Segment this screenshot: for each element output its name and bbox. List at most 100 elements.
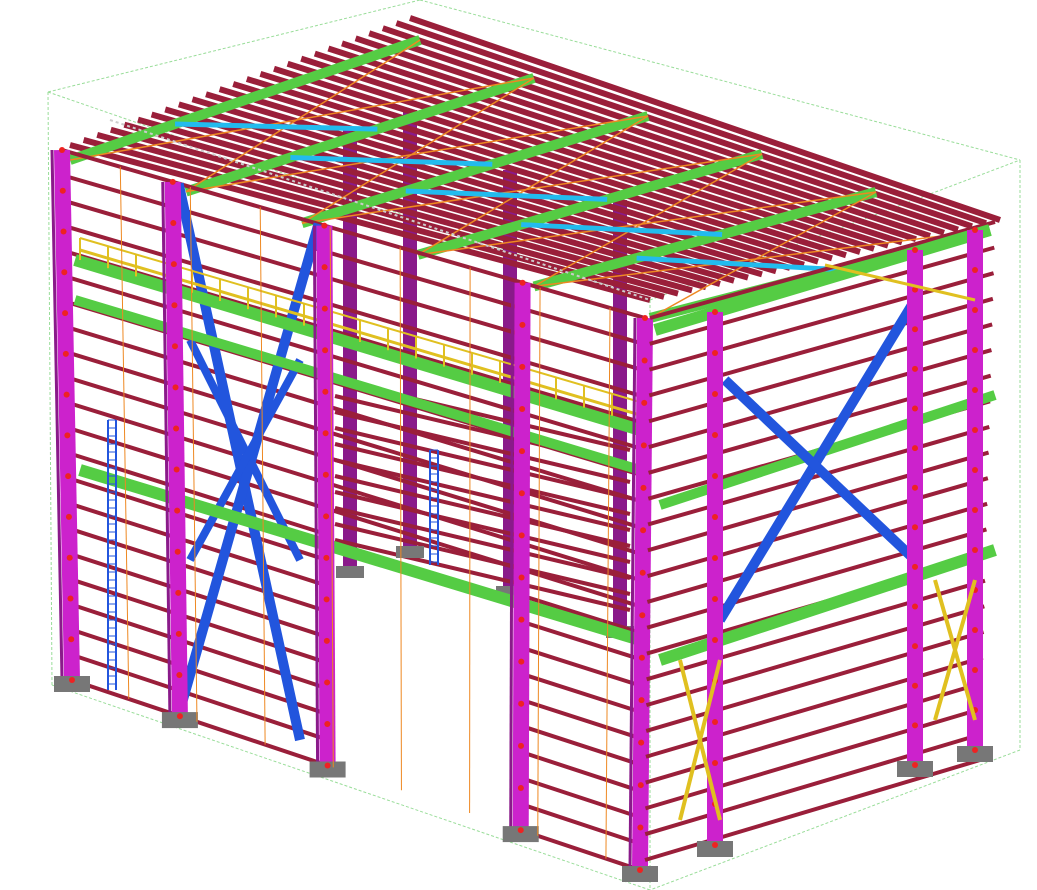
bolt-connection bbox=[640, 484, 647, 491]
front-sag-rod bbox=[399, 247, 402, 791]
bolt-connection bbox=[972, 347, 978, 353]
bolt-connection bbox=[170, 220, 177, 227]
bolt-connection bbox=[518, 532, 525, 539]
side-girt bbox=[647, 425, 990, 527]
bolt-connection bbox=[712, 432, 718, 438]
bolt-connection bbox=[172, 384, 179, 391]
bolt-connection bbox=[59, 187, 66, 194]
bolt-connection bbox=[638, 739, 645, 746]
bolt-connection bbox=[637, 782, 644, 789]
bolt-connection bbox=[174, 507, 181, 514]
bolt-connection bbox=[322, 347, 329, 354]
bolt-connection bbox=[321, 264, 328, 271]
bolt-connection bbox=[518, 742, 525, 749]
bolt-connection bbox=[638, 697, 645, 704]
bolt-connection bbox=[642, 315, 648, 321]
side-walkway-railing bbox=[824, 263, 976, 302]
bolt-connection bbox=[712, 596, 718, 602]
bolt-connection bbox=[519, 363, 526, 370]
bolt-connection bbox=[323, 596, 330, 603]
bolt-connection bbox=[972, 667, 978, 673]
bolt-connection bbox=[517, 784, 524, 791]
bolt-connection bbox=[323, 554, 330, 561]
bolt-connection bbox=[712, 637, 718, 643]
bolt-connection bbox=[518, 658, 525, 665]
side-girt bbox=[645, 655, 984, 759]
bolt-connection bbox=[322, 430, 329, 437]
base-plate bbox=[396, 546, 424, 558]
bolt-connection bbox=[972, 387, 978, 393]
bolt-connection bbox=[912, 365, 918, 372]
bolt-connection bbox=[322, 471, 329, 478]
bolt-connection bbox=[712, 760, 718, 766]
bolt-connection bbox=[66, 554, 73, 561]
side-girt bbox=[648, 348, 992, 449]
bolt-connection bbox=[171, 302, 178, 309]
bolt-connection bbox=[173, 425, 180, 432]
bolt-connection bbox=[68, 636, 75, 643]
front-sag-rod bbox=[469, 267, 471, 814]
bolt-connection bbox=[517, 827, 524, 834]
bolt-connection bbox=[972, 467, 978, 473]
bolt-connection bbox=[67, 595, 74, 602]
bolt-connection bbox=[912, 247, 918, 253]
bolt-connection bbox=[637, 867, 643, 873]
bounding-box-edge bbox=[51, 684, 651, 890]
bolt-connection bbox=[323, 637, 330, 644]
bolt-connection bbox=[712, 514, 718, 520]
bolt-connection bbox=[972, 627, 978, 633]
bolt-connection bbox=[61, 269, 68, 276]
bolt-connection bbox=[324, 720, 331, 727]
bolt-connection bbox=[175, 589, 182, 596]
bolt-connection bbox=[176, 672, 183, 679]
bolt-connection bbox=[912, 643, 918, 650]
bolt-connection bbox=[519, 321, 526, 328]
side-girt bbox=[646, 578, 986, 682]
bolt-connection bbox=[912, 722, 918, 729]
bolt-connection bbox=[641, 357, 648, 364]
bolt-connection bbox=[712, 391, 718, 397]
bolt-connection bbox=[972, 307, 978, 313]
bolt-connection bbox=[63, 391, 70, 398]
bolt-connection bbox=[176, 713, 183, 720]
bolt-connection bbox=[912, 682, 918, 689]
bolt-connection bbox=[169, 178, 176, 185]
bolt-connection bbox=[912, 405, 918, 412]
bolt-connection bbox=[518, 616, 525, 623]
bolt-connection bbox=[518, 490, 525, 497]
model-viewport[interactable] bbox=[0, 0, 1037, 890]
front-girt bbox=[67, 450, 327, 537]
front-sag-rod bbox=[605, 307, 611, 859]
bolt-connection bbox=[972, 227, 978, 233]
bolt-connection bbox=[972, 427, 978, 433]
bolt-connection bbox=[174, 548, 181, 555]
bolt-connection bbox=[324, 679, 331, 686]
bolt-connection bbox=[173, 466, 180, 473]
bolt-connection bbox=[637, 824, 644, 831]
bolt-connection bbox=[60, 228, 67, 235]
bolt-connection bbox=[59, 147, 65, 153]
side-girt bbox=[645, 604, 985, 708]
bolt-connection bbox=[519, 279, 526, 286]
bolt-connection bbox=[639, 612, 646, 619]
side-elevation-frame bbox=[644, 220, 997, 862]
bolt-connection bbox=[324, 762, 331, 769]
bolt-connection bbox=[972, 267, 978, 273]
bolt-connection bbox=[62, 350, 69, 357]
steel-structure-3d-model bbox=[47, 0, 1021, 890]
bolt-connection bbox=[518, 700, 525, 707]
bolt-connection bbox=[912, 484, 918, 491]
bolt-connection bbox=[65, 473, 72, 480]
bolt-connection bbox=[712, 842, 718, 848]
bolt-connection bbox=[519, 448, 526, 455]
bolt-connection bbox=[170, 261, 177, 268]
bolt-connection bbox=[972, 547, 978, 553]
bounding-box-edge bbox=[649, 749, 1021, 890]
bolt-connection bbox=[64, 432, 71, 439]
bolt-connection bbox=[640, 442, 647, 449]
bolt-connection bbox=[518, 574, 525, 581]
bolt-connection bbox=[323, 513, 330, 520]
bolt-connection bbox=[712, 719, 718, 725]
bolt-connection bbox=[912, 603, 918, 610]
bolt-connection bbox=[171, 343, 178, 350]
